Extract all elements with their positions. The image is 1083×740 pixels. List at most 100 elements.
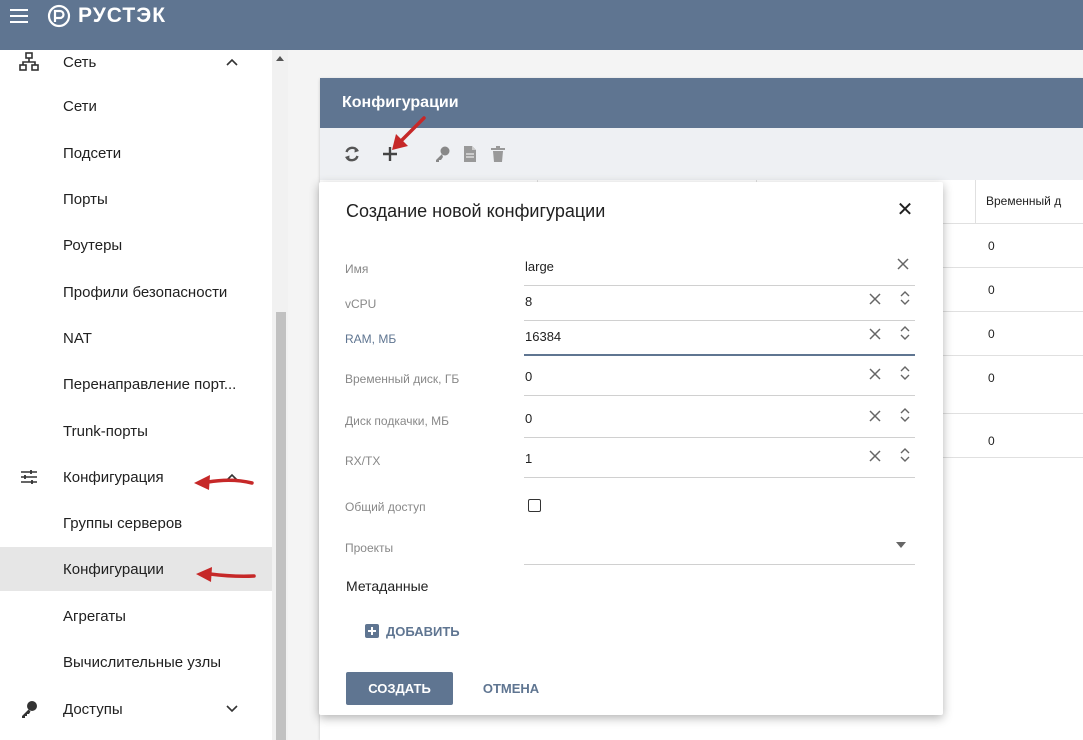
- key-icon[interactable]: [432, 144, 452, 164]
- vcpu-input[interactable]: 8: [524, 281, 915, 321]
- sidebar-item-label: Сеть: [63, 53, 97, 71]
- sidebar-item-aggregates[interactable]: Агрегаты: [0, 594, 272, 638]
- sidebar-item-networks[interactable]: Сети: [0, 84, 272, 128]
- field-label: Диск подкачки, МБ: [345, 414, 449, 428]
- sidebar-item-compute-nodes[interactable]: Вычислительные узлы: [0, 640, 272, 684]
- dropdown-arrow-icon[interactable]: [896, 542, 906, 548]
- sidebar-item-label: Конфигурация: [63, 468, 164, 486]
- field-swap-disk: Диск подкачки, МБ 0: [319, 398, 943, 438]
- clear-icon[interactable]: [867, 366, 883, 382]
- field-label: RAM, МБ: [345, 332, 397, 346]
- stepper-icon[interactable]: [900, 324, 910, 342]
- sidebar-item-security-profiles[interactable]: Профили безопасности: [0, 270, 272, 314]
- panel-title: Конфигурации: [320, 78, 1083, 128]
- field-name: Имя large: [319, 246, 943, 286]
- table-cell: 0: [988, 283, 995, 297]
- stepper-icon[interactable]: [900, 289, 910, 307]
- metadata-label: Метаданные: [346, 578, 429, 594]
- swap-disk-input[interactable]: 0: [524, 398, 915, 438]
- sidebar-item-label: Перенаправление порт...: [63, 375, 237, 393]
- sidebar-item-label: Trunk-порты: [63, 422, 148, 440]
- sidebar-item-port-forwarding[interactable]: Перенаправление порт...: [0, 362, 272, 406]
- sidebar-item-network[interactable]: Сеть: [0, 50, 272, 84]
- clear-icon[interactable]: [867, 448, 883, 464]
- sidebar-item-label: Вычислительные узлы: [63, 653, 222, 671]
- ram-input[interactable]: 16384: [524, 316, 915, 356]
- annotation-arrow-icon: [392, 116, 426, 150]
- sidebar-item-label: Конфигурации: [63, 560, 164, 578]
- cancel-button[interactable]: ОТМЕНА: [466, 672, 556, 705]
- sidebar-item-access[interactable]: Доступы: [0, 687, 272, 731]
- field-value: 1: [525, 451, 533, 466]
- scrollbar-thumb[interactable]: [276, 312, 286, 740]
- field-value: large: [525, 259, 554, 274]
- sidebar-item-label: Порты: [63, 190, 108, 208]
- shared-access-checkbox[interactable]: [528, 499, 541, 512]
- stepper-icon[interactable]: [900, 446, 910, 464]
- create-configuration-dialog: Создание новой конфигурации ✕ Имя large …: [319, 182, 943, 715]
- refresh-icon[interactable]: [342, 144, 362, 164]
- field-label: Проекты: [345, 541, 394, 555]
- create-button[interactable]: СОЗДАТЬ: [346, 672, 453, 705]
- field-value: 8: [525, 294, 533, 309]
- field-vcpu: vCPU 8: [319, 281, 943, 321]
- sidebar: Сеть Сети Подсети Порты Роутеры Профили …: [0, 50, 272, 740]
- projects-select[interactable]: [524, 525, 915, 565]
- clear-icon[interactable]: [867, 408, 883, 424]
- table-cell: 0: [988, 371, 995, 385]
- menu-icon[interactable]: [10, 9, 28, 23]
- column-divider: [975, 180, 976, 224]
- brand-logo: РУСТЭК: [46, 2, 166, 30]
- chevron-up-icon[interactable]: [226, 58, 238, 66]
- chevron-down-icon[interactable]: [226, 705, 238, 713]
- add-metadata-label: ДОБАВИТЬ: [386, 623, 460, 639]
- plus-box-icon: [365, 624, 379, 638]
- add-metadata-button[interactable]: ДОБАВИТЬ: [365, 621, 460, 641]
- logo-mark-icon: [47, 4, 71, 28]
- sidebar-item-label: Профили безопасности: [63, 283, 228, 301]
- sidebar-item-server-groups[interactable]: Группы серверов: [0, 501, 272, 545]
- stepper-icon[interactable]: [900, 406, 910, 424]
- shared-access-label: Общий доступ: [345, 500, 426, 514]
- sliders-icon: [21, 470, 37, 484]
- table-cell: 0: [988, 434, 995, 448]
- annotation-arrow-icon: [196, 567, 256, 582]
- sidebar-scrollbar[interactable]: [272, 50, 288, 740]
- temp-disk-input[interactable]: 0: [524, 356, 915, 396]
- stepper-icon[interactable]: [900, 364, 910, 382]
- sidebar-item-label: Сети: [63, 97, 97, 115]
- sidebar-item-label: Подсети: [63, 144, 122, 162]
- field-temp-disk: Временный диск, ГБ 0: [319, 356, 943, 396]
- scroll-up-icon[interactable]: [276, 56, 284, 61]
- clear-icon[interactable]: [895, 256, 911, 272]
- sidebar-item-label: Группы серверов: [63, 514, 183, 532]
- document-icon[interactable]: [460, 144, 480, 164]
- name-input[interactable]: large: [524, 246, 915, 286]
- trash-icon[interactable]: [488, 144, 508, 164]
- network-icon: [19, 52, 39, 71]
- sidebar-item-label: Доступы: [63, 700, 123, 718]
- column-header-temp-disk[interactable]: Временный д: [986, 194, 1061, 208]
- sidebar-item-subnets[interactable]: Подсети: [0, 131, 272, 175]
- rxtx-input[interactable]: 1: [524, 438, 915, 478]
- sidebar-item-nat[interactable]: NAT: [0, 316, 272, 360]
- close-icon[interactable]: ✕: [894, 199, 916, 221]
- field-label: RX/TX: [345, 454, 381, 468]
- sidebar-item-trunk-ports[interactable]: Trunk-порты: [0, 409, 272, 453]
- sidebar-item-label: Агрегаты: [63, 607, 126, 625]
- sidebar-item-ports[interactable]: Порты: [0, 177, 272, 221]
- key-icon: [22, 701, 37, 718]
- table-cell: 0: [988, 239, 995, 253]
- table-cell: 0: [988, 327, 995, 341]
- field-value: 16384: [525, 329, 562, 344]
- field-projects: Проекты: [319, 525, 943, 565]
- top-bar: РУСТЭК: [0, 0, 1083, 50]
- sidebar-item-routers[interactable]: Роутеры: [0, 223, 272, 267]
- field-label: Имя: [345, 262, 369, 276]
- field-label: vCPU: [345, 297, 377, 311]
- clear-icon[interactable]: [867, 326, 883, 342]
- annotation-arrow-icon: [194, 475, 254, 490]
- sidebar-item-label: NAT: [63, 329, 92, 347]
- field-value: 0: [525, 369, 533, 384]
- clear-icon[interactable]: [867, 291, 883, 307]
